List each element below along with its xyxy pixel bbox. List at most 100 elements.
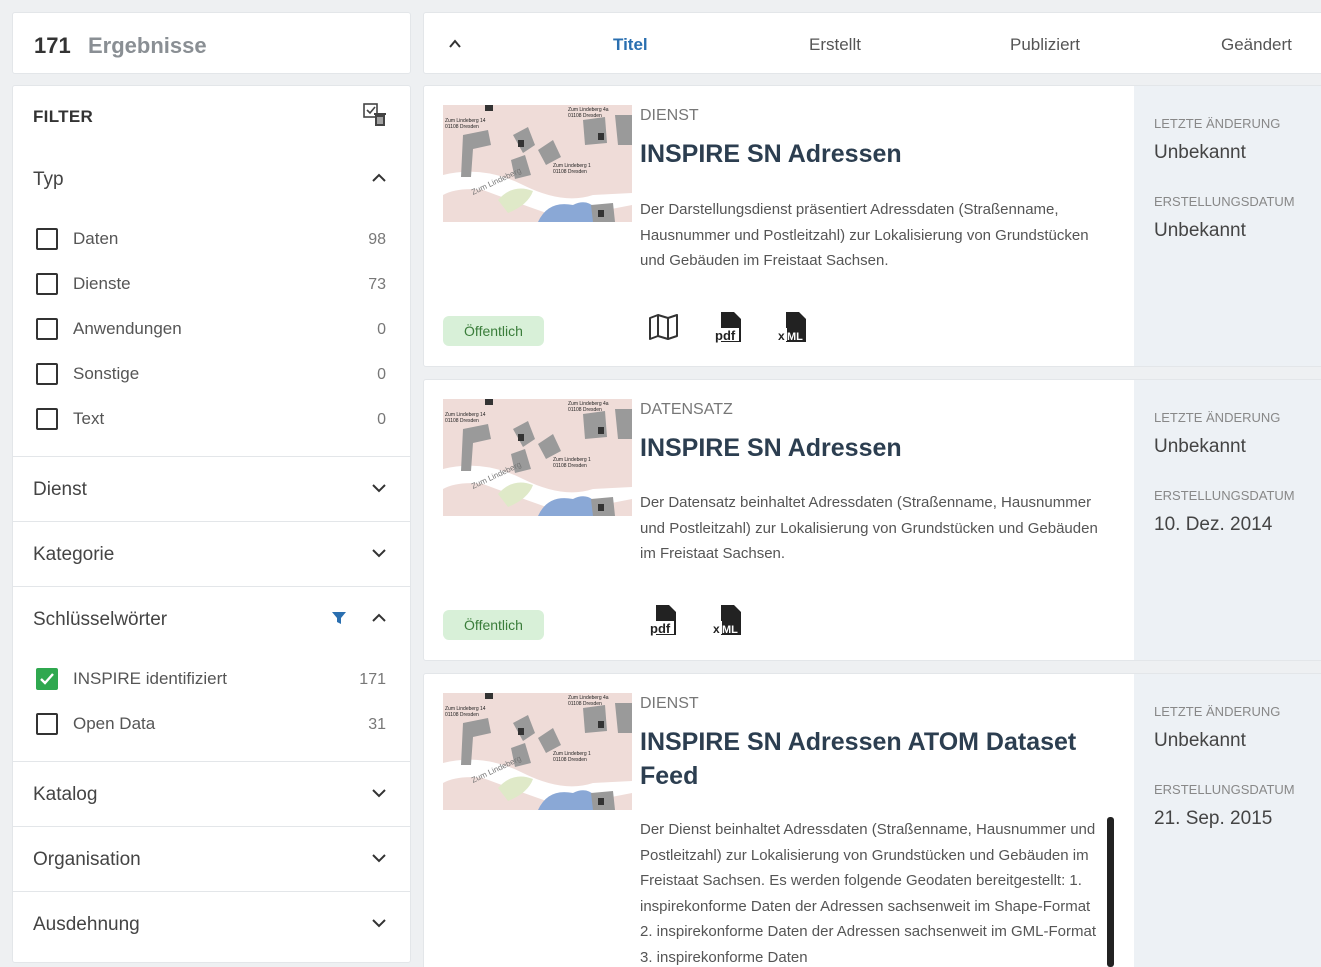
chevron-up-icon[interactable] bbox=[370, 609, 388, 627]
option-count: 31 bbox=[368, 716, 386, 733]
check-icon bbox=[40, 673, 54, 685]
checkbox[interactable] bbox=[36, 408, 58, 430]
sort-by-titel[interactable]: Titel bbox=[613, 35, 648, 55]
svg-text:01108 Dresden: 01108 Dresden bbox=[568, 701, 602, 707]
svg-text:01108 Dresden: 01108 Dresden bbox=[445, 124, 479, 130]
svg-text:ML: ML bbox=[722, 624, 738, 636]
sort-ascending-icon[interactable] bbox=[446, 35, 464, 53]
meta-label: LETZTE ÄNDERUNG bbox=[1154, 704, 1281, 719]
checkbox[interactable] bbox=[36, 363, 58, 385]
checkbox[interactable] bbox=[36, 713, 58, 735]
chevron-down-icon[interactable] bbox=[370, 479, 388, 497]
svg-text:01108 Dresden: 01108 Dresden bbox=[445, 418, 479, 424]
option-label: Anwendungen bbox=[73, 319, 182, 338]
sort-by-erstellt[interactable]: Erstellt bbox=[809, 35, 861, 55]
meta-label: LETZTE ÄNDERUNG bbox=[1154, 116, 1281, 131]
pdf-icon[interactable]: pdf bbox=[646, 602, 682, 638]
access-badge: Öffentlich bbox=[443, 316, 544, 346]
result-card[interactable]: Zum Lindeberg 14 01108 Dresden Zum Lindebe… bbox=[423, 379, 1321, 661]
checkbox-checked[interactable] bbox=[36, 668, 58, 690]
clear-filter-icon[interactable] bbox=[362, 102, 388, 128]
svg-text:x: x bbox=[778, 329, 785, 343]
filter-funnel-icon bbox=[332, 612, 346, 624]
filter-option-daten[interactable]: Daten 98 bbox=[36, 226, 386, 256]
result-title[interactable]: INSPIRE SN Adressen bbox=[640, 137, 1110, 171]
results-label: Ergebnisse bbox=[88, 33, 207, 58]
result-title[interactable]: INSPIRE SN Adressen bbox=[640, 431, 1110, 465]
map-thumbnail[interactable]: Zum Lindeberg 14 01108 Dresden Zum Lindebe… bbox=[443, 399, 632, 516]
result-title[interactable]: INSPIRE SN Adressen ATOM Dataset Feed bbox=[640, 725, 1110, 793]
filter-section-title: Ausdehnung bbox=[33, 914, 140, 935]
sort-by-geaendert[interactable]: Geändert bbox=[1221, 35, 1292, 55]
option-label: Text bbox=[73, 409, 105, 428]
xml-icon[interactable]: x ML bbox=[776, 309, 812, 345]
filter-panel: FILTER Typ Daten 98 Dienste 73 Anwendung… bbox=[12, 85, 411, 963]
meta-value: Unbekannt bbox=[1154, 730, 1246, 751]
option-count: 0 bbox=[377, 366, 386, 383]
filter-option-inspire-identifiziert[interactable]: INSPIRE identifiziert 171 bbox=[36, 666, 386, 696]
option-count: 73 bbox=[368, 276, 386, 293]
filter-heading: FILTER bbox=[33, 107, 94, 126]
svg-text:pdf: pdf bbox=[715, 328, 736, 343]
option-label: Dienste bbox=[73, 274, 131, 293]
filter-section-schluesselwoerter[interactable]: Schlüsselwörter bbox=[13, 586, 410, 650]
svg-text:ML: ML bbox=[787, 331, 803, 343]
svg-text:01108 Dresden: 01108 Dresden bbox=[445, 712, 479, 718]
sort-bar: Titel Erstellt Publiziert Geändert bbox=[423, 12, 1321, 74]
results-count: 171 bbox=[34, 33, 71, 58]
meta-value: 21. Sep. 2015 bbox=[1154, 808, 1273, 829]
chevron-up-icon[interactable] bbox=[370, 169, 388, 187]
result-description: Der Dienst beinhaltet Adressdaten (Straß… bbox=[640, 821, 1097, 966]
filter-option-open-data[interactable]: Open Data 31 bbox=[36, 711, 386, 741]
filter-option-text[interactable]: Text 0 bbox=[36, 406, 386, 436]
result-card[interactable]: Zum Lindeberg 14 01108 Dresden Zum Lindebe… bbox=[423, 673, 1321, 967]
meta-label: ERSTELLUNGSDATUM bbox=[1154, 488, 1295, 503]
map-thumbnail[interactable]: Zum Lindeberg 14 01108 Dresden Zum Lindebe… bbox=[443, 105, 632, 222]
svg-text:01108 Dresden: 01108 Dresden bbox=[568, 407, 602, 413]
filter-section-katalog[interactable]: Katalog bbox=[13, 761, 410, 825]
map-thumbnail-image: Zum Lindeberg 1401108 DresdenZum Lindebe… bbox=[443, 693, 632, 810]
filter-section-title: Dienst bbox=[33, 479, 87, 500]
checkbox[interactable] bbox=[36, 273, 58, 295]
xml-icon[interactable]: x ML bbox=[711, 602, 747, 638]
scrollbar-thumb[interactable] bbox=[1107, 817, 1114, 967]
map-icon[interactable] bbox=[646, 309, 682, 345]
option-label: Open Data bbox=[73, 714, 156, 733]
filter-section-typ[interactable]: Typ bbox=[13, 147, 410, 211]
result-type: DATENSATZ bbox=[640, 401, 733, 418]
filter-section-title: Typ bbox=[33, 169, 64, 190]
meta-value: 10. Dez. 2014 bbox=[1154, 514, 1273, 535]
result-card[interactable]: Zum Lindeberg 14 01108 Dresden Zum Lindebe… bbox=[423, 85, 1321, 367]
map-thumbnail-image: Zum Lindeberg 1401108 DresdenZum Lindebe… bbox=[443, 399, 632, 516]
filter-option-sonstige[interactable]: Sonstige 0 bbox=[36, 361, 386, 391]
result-type: DIENST bbox=[640, 695, 699, 712]
result-description: Der Darstellungsdienst präsentiert Adres… bbox=[640, 201, 1089, 269]
sort-by-publiziert[interactable]: Publiziert bbox=[1010, 35, 1080, 55]
filter-section-ausdehnung[interactable]: Ausdehnung bbox=[13, 891, 410, 955]
svg-text:x: x bbox=[713, 622, 720, 636]
meta-value: Unbekannt bbox=[1154, 220, 1246, 241]
filter-section-dienst[interactable]: Dienst bbox=[13, 456, 410, 520]
filter-option-anwendungen[interactable]: Anwendungen 0 bbox=[36, 316, 386, 346]
checkbox[interactable] bbox=[36, 228, 58, 250]
chevron-down-icon[interactable] bbox=[370, 784, 388, 802]
option-label: Daten bbox=[73, 229, 119, 248]
map-thumbnail-image: Zum Lindeberg 1401108 DresdenZum Lindebe… bbox=[443, 105, 632, 222]
result-description: Der Datensatz beinhaltet Adressdaten (St… bbox=[640, 494, 1098, 562]
chevron-down-icon[interactable] bbox=[370, 849, 388, 867]
option-count: 98 bbox=[368, 231, 386, 248]
filter-section-organisation[interactable]: Organisation bbox=[13, 826, 410, 890]
option-count: 0 bbox=[377, 321, 386, 338]
checkbox[interactable] bbox=[36, 318, 58, 340]
chevron-down-icon[interactable] bbox=[370, 914, 388, 932]
result-meta: LETZTE ÄNDERUNG Unbekannt ERSTELLUNGSDAT… bbox=[1134, 86, 1321, 366]
filter-section-title: Kategorie bbox=[33, 544, 115, 565]
map-thumbnail[interactable]: Zum Lindeberg 14 01108 Dresden Zum Lindebe… bbox=[443, 693, 632, 810]
svg-text:01108 Dresden: 01108 Dresden bbox=[553, 463, 587, 469]
chevron-down-icon[interactable] bbox=[370, 544, 388, 562]
filter-section-kategorie[interactable]: Kategorie bbox=[13, 521, 410, 585]
pdf-icon[interactable]: pdf bbox=[711, 309, 747, 345]
meta-label: LETZTE ÄNDERUNG bbox=[1154, 410, 1281, 425]
meta-value: Unbekannt bbox=[1154, 142, 1246, 163]
filter-option-dienste[interactable]: Dienste 73 bbox=[36, 271, 386, 301]
